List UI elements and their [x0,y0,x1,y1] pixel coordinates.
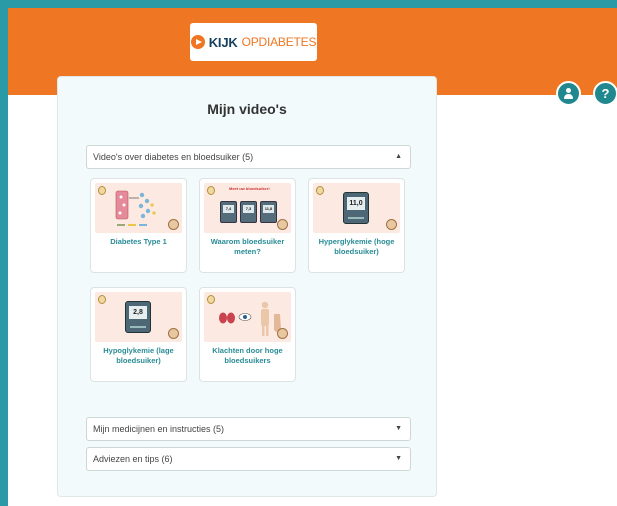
video-thumbnail: 2,8 [95,292,182,342]
caret-down-icon: ▼ [395,425,402,432]
thumbnail-caption: Meet uw bloedsuiker! [229,186,270,191]
glucose-meter-icon: 7,4 [220,201,237,223]
glucose-meter-icon: 11,8 [260,201,277,223]
section-label: Video's over diabetes en bloedsuiker (5) [93,152,254,162]
logo-text-kijk: KIJK [208,34,238,50]
presenter-avatar-icon [277,219,288,230]
user-icon [563,88,574,99]
video-title: Klachten door hoge bloedsuikers [212,346,283,365]
presenter-avatar-icon [386,219,397,230]
play-logo-icon [190,35,205,49]
video-thumbnail [204,292,291,342]
video-thumbnail: Meet uw bloedsuiker! 7,4 7,3 11,8 [204,183,291,233]
section-adviezen[interactable]: Adviezen en tips (6) ▼ [86,447,411,471]
presenter-avatar-icon [168,219,179,230]
video-card-hypoglykemie[interactable]: 2,8 Hypoglykemie (lage bloedsuiker) [90,287,187,382]
my-videos-panel: Mijn video's Video's over diabetes en bl… [57,76,437,497]
lightbulb-icon [207,186,215,195]
lightbulb-icon [316,186,324,195]
video-title: Diabetes Type 1 [110,237,167,246]
video-card-hyperglykemie[interactable]: 11,0 Hyperglykemie (hoge bloedsuiker) [308,178,405,273]
section-videos-diabetes[interactable]: Video's over diabetes en bloedsuiker (5)… [86,145,411,169]
video-card-waarom-meten[interactable]: Meet uw bloedsuiker! 7,4 7,3 11,8 Waarom… [199,178,296,273]
section-medicijnen[interactable]: Mijn medicijnen en instructies (5) ▼ [86,417,411,441]
page-title: Mijn video's [207,101,287,117]
video-thumbnail [95,183,182,233]
video-title: Hypoglykemie (lage bloedsuiker) [103,346,174,365]
app-frame: KIJK OPDIABETES ? Mijn video's Video's ov… [8,8,617,506]
kijkopdiabetes-logo[interactable]: KIJK OPDIABETES [190,23,317,61]
video-card-klachten[interactable]: Klachten door hoge bloedsuikers [199,287,296,382]
video-card-diabetes-type-1[interactable]: Diabetes Type 1 [90,178,187,273]
section-label: Adviezen en tips (6) [93,454,173,464]
logo-text-opdiabetes: OPDIABETES [241,35,317,49]
presenter-avatar-icon [277,328,288,339]
help-button[interactable]: ? [593,81,617,106]
presenter-avatar-icon [168,328,179,339]
video-title: Hyperglykemie (hoge bloedsuiker) [318,237,395,256]
glucose-meter-icon: 11,0 [343,192,369,224]
caret-down-icon: ▼ [395,455,402,462]
account-button[interactable] [556,81,581,106]
lightbulb-icon [98,295,106,304]
section-label: Mijn medicijnen en instructies (5) [93,424,225,434]
glucose-meter-icon: 2,8 [125,301,151,333]
caret-up-icon: ▲ [395,153,402,160]
video-thumbnail: 11,0 [313,183,400,233]
glucose-meter-icon: 7,3 [240,201,257,223]
help-label: ? [601,86,610,101]
video-title: Waarom bloedsuiker meten? [210,237,285,256]
